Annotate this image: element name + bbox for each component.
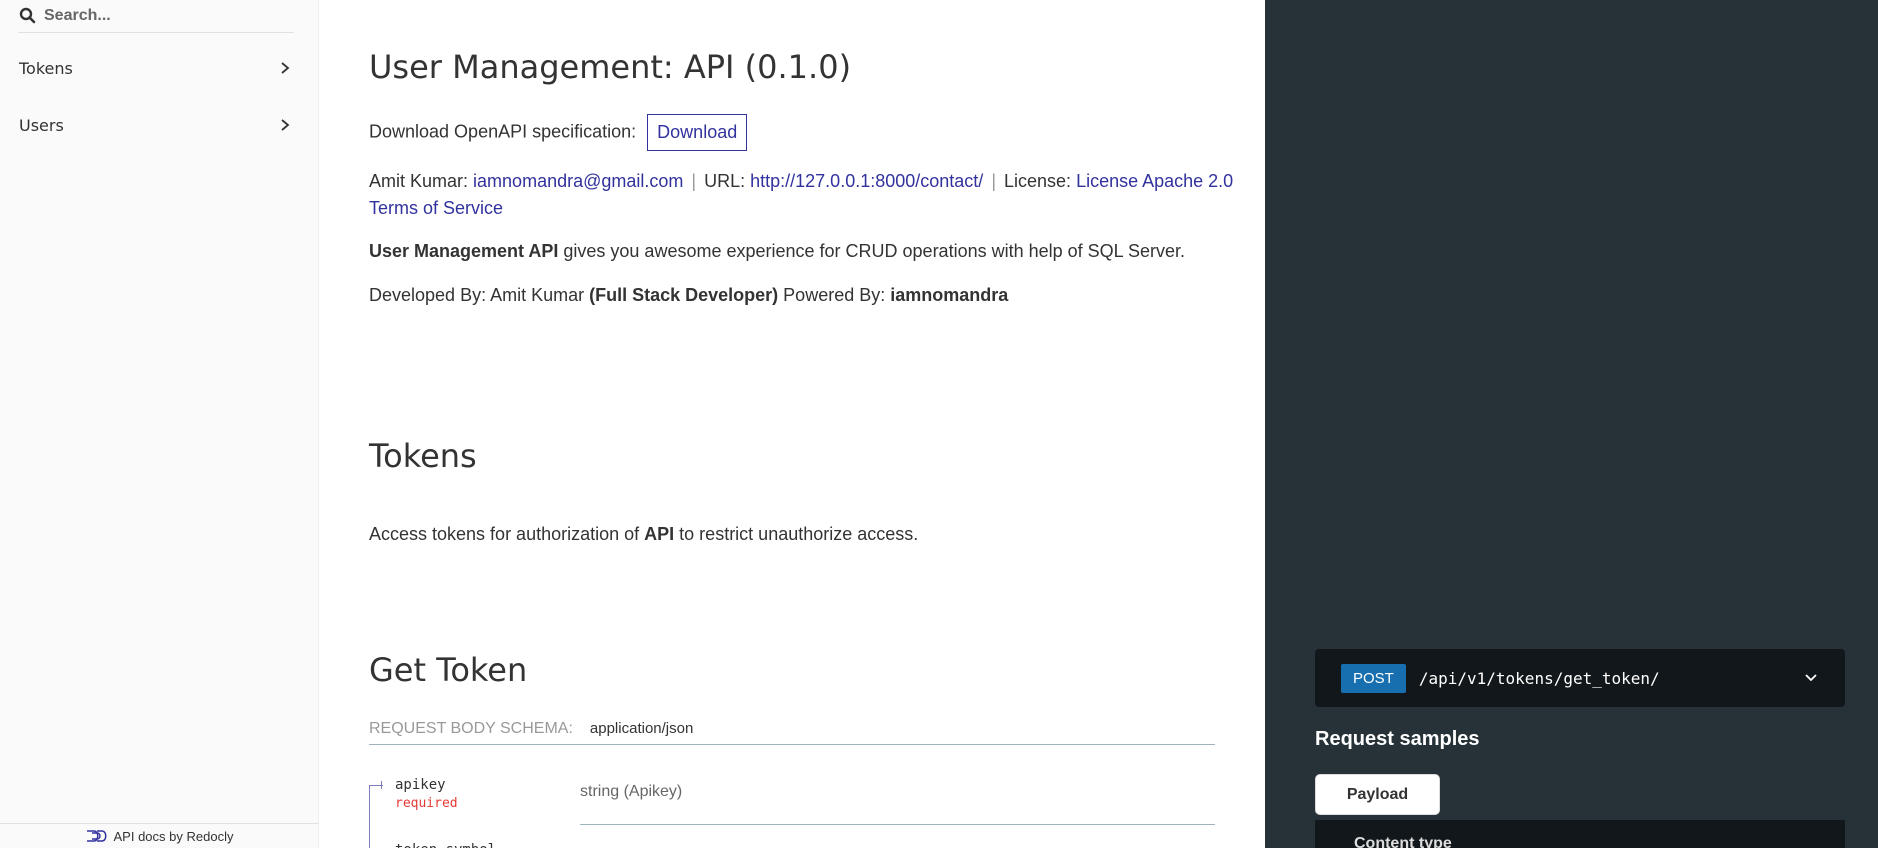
request-body-label: REQUEST BODY SCHEMA: — [369, 720, 573, 737]
redocly-footer[interactable]: API docs by Redocly — [0, 823, 319, 848]
contact-name: Amit Kumar: — [369, 171, 469, 191]
contact-url-link[interactable]: http://127.0.0.1:8000/contact/ — [750, 171, 983, 191]
search-icon — [19, 7, 36, 24]
tokens-desc-a: Access tokens for authorization of — [369, 524, 645, 544]
developer-info: Developed By: Amit Kumar (Full Stack Dev… — [369, 285, 1008, 306]
property-divider — [580, 824, 1215, 825]
powered-prefix: Powered By: — [778, 285, 891, 305]
search-input[interactable] — [44, 7, 284, 25]
sidebar-item-users[interactable]: Users — [0, 103, 319, 147]
api-description: User Management API gives you awesome ex… — [369, 241, 1185, 262]
description-text: gives you awesome experience for CRUD op… — [558, 241, 1186, 261]
download-prefix: Download OpenAPI specification: — [369, 121, 637, 142]
main-content: User Management: API (0.1.0) Download Op… — [319, 0, 1265, 848]
tab-payload[interactable]: Payload — [1315, 774, 1440, 815]
request-samples-heading: Request samples — [1315, 728, 1480, 750]
property-tree-line — [369, 785, 381, 848]
terms-row: Terms of Service — [369, 198, 503, 219]
chevron-right-icon — [281, 62, 290, 74]
license-prefix: License: — [1004, 171, 1072, 191]
tokens-desc-b: to restrict unauthorize access. — [674, 524, 919, 544]
search-box[interactable] — [18, 0, 294, 33]
property-type: string (Apikey) — [580, 783, 683, 800]
endpoint-path: /api/v1/tokens/get_token/ — [1418, 668, 1660, 688]
contact-row: Amit Kumar: iamnomandra@gmail.com | URL: h… — [369, 171, 1233, 192]
request-body-type: application/json — [589, 720, 694, 737]
operation-heading-get-token: Get Token — [369, 651, 528, 689]
license-link[interactable]: License Apache 2.0 — [1076, 171, 1233, 191]
chevron-down-icon[interactable] — [1803, 670, 1819, 686]
download-row: Download OpenAPI specification: Download — [369, 114, 748, 151]
url-prefix: URL: — [704, 171, 746, 191]
sidebar-item-tokens[interactable]: Tokens — [0, 46, 319, 90]
property-name[interactable]: token_symbol — [395, 842, 496, 848]
separator: | — [691, 171, 697, 191]
terms-of-service-link[interactable]: Terms of Service — [369, 198, 503, 218]
chevron-right-icon — [281, 119, 290, 131]
redocly-logo-icon — [86, 830, 107, 842]
description-bold: User Management API — [369, 241, 559, 261]
tokens-description: Access tokens for authorization of API t… — [369, 524, 918, 545]
endpoint-selector[interactable]: POST /api/v1/tokens/get_token/ — [1315, 649, 1845, 707]
tokens-desc-bold: API — [644, 524, 675, 544]
sidebar: Tokens Users API docs by Redocly — [0, 0, 319, 848]
download-button[interactable]: Download — [647, 114, 748, 151]
content-type-label: Content type — [1354, 835, 1452, 848]
redocly-footer-text: API docs by Redocly — [113, 828, 234, 844]
developer-prefix: Developed By: Amit Kumar — [369, 285, 590, 305]
property-name[interactable]: apikey — [395, 777, 446, 793]
contact-email-link[interactable]: iamnomandra@gmail.com — [473, 171, 683, 191]
right-panel: POST /api/v1/tokens/get_token/ Request s… — [1265, 0, 1878, 848]
request-body-schema: REQUEST BODY SCHEMA: application/json — [369, 720, 1215, 745]
developer-role: (Full Stack Developer) — [589, 285, 779, 305]
separator: | — [991, 171, 996, 191]
section-heading-tokens: Tokens — [369, 437, 477, 475]
property-tree-tick — [381, 781, 382, 789]
property-required-badge: required — [395, 796, 458, 811]
sidebar-item-label: Tokens — [19, 58, 73, 78]
page-title: User Management: API (0.1.0) — [369, 48, 852, 86]
powered-by-name: iamnomandra — [890, 285, 1009, 305]
sidebar-item-label: Users — [19, 115, 64, 135]
http-method-badge: POST — [1341, 663, 1406, 693]
